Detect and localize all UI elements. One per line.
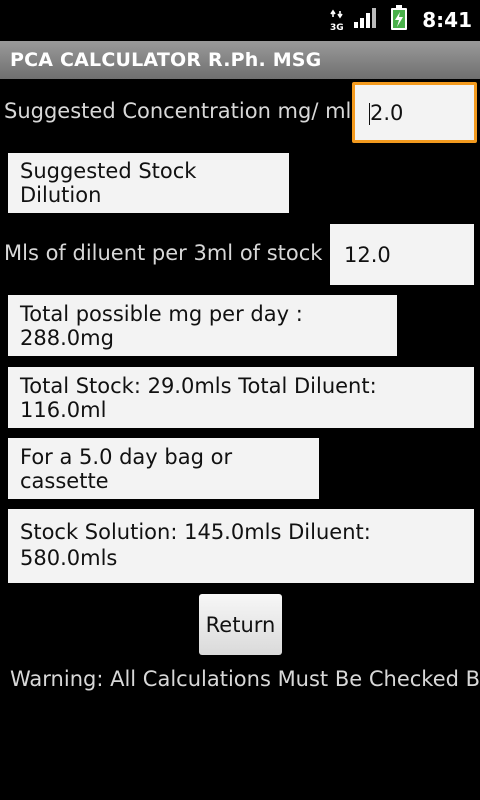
stock-dilution-heading: Suggested Stock Dilution xyxy=(8,153,289,213)
battery-charging-icon xyxy=(390,5,408,35)
total-mg-per-day-text: Total possible mg per day : 288.0mg xyxy=(20,301,303,350)
app-title: PCA CALCULATOR R.Ph. MSG xyxy=(10,49,322,71)
status-icons: 3G 8:41 xyxy=(330,5,472,35)
day-bag-panel: For a 5.0 day bag or cassette xyxy=(8,438,319,499)
status-bar: 3G 8:41 xyxy=(0,0,480,38)
return-button[interactable]: Return xyxy=(199,594,282,655)
network-3g-icon: 3G xyxy=(330,9,344,31)
stock-dilution-heading-text: Suggested Stock Dilution xyxy=(20,159,197,207)
total-stock-diluent-panel: Total Stock: 29.0mls Total Diluent: 116.… xyxy=(8,367,474,428)
total-stock-diluent-text: Total Stock: 29.0mls Total Diluent: 116.… xyxy=(20,373,377,422)
svg-text:3G: 3G xyxy=(330,23,344,31)
concentration-input[interactable]: 2.0 xyxy=(352,82,477,143)
warning-text: Warning: All Calculations Must Be Checke… xyxy=(10,667,480,691)
concentration-label: Suggested Concentration mg/ ml xyxy=(4,99,352,123)
diluent-value: 12.0 xyxy=(344,242,391,267)
day-bag-text: For a 5.0 day bag or cassette xyxy=(20,444,233,493)
concentration-value: 2.0 xyxy=(370,100,404,125)
diluent-label: Mls of diluent per 3ml of stock xyxy=(4,241,323,265)
signal-icon xyxy=(354,7,380,33)
concentration-value-wrap: 2.0 xyxy=(369,101,403,125)
status-time: 8:41 xyxy=(422,8,472,32)
title-bar: PCA CALCULATOR R.Ph. MSG xyxy=(0,41,480,79)
stock-solution-panel: Stock Solution: 145.0mls Diluent: 580.0m… xyxy=(8,509,474,583)
stock-solution-text: Stock Solution: 145.0mls Diluent: 580.0m… xyxy=(20,520,371,570)
diluent-input[interactable]: 12.0 xyxy=(330,224,474,285)
total-mg-per-day-panel: Total possible mg per day : 288.0mg xyxy=(8,295,397,356)
